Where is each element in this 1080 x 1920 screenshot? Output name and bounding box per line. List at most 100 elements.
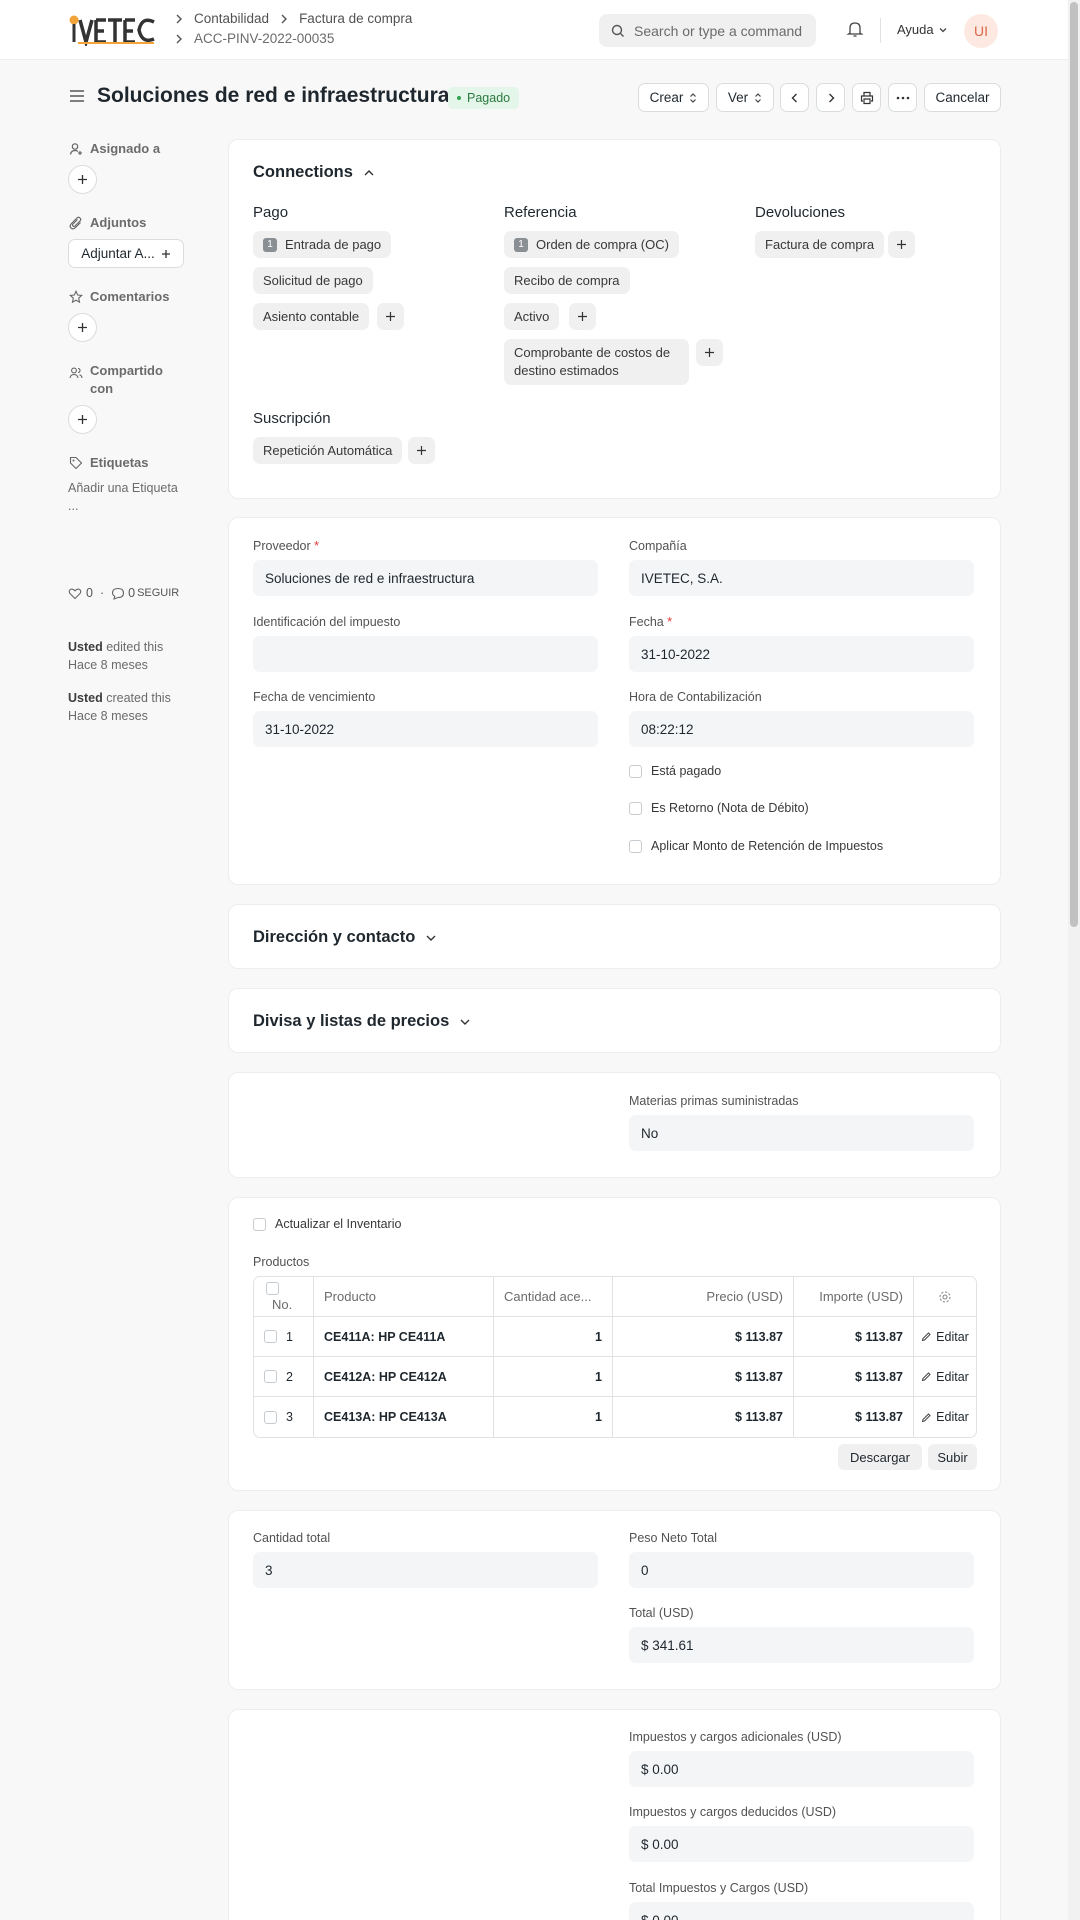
compania-input[interactable]: IVETEC, S.A. — [629, 560, 974, 596]
edit-row-button[interactable]: Editar — [914, 1357, 976, 1396]
follow-link[interactable]: SEGUIR — [137, 584, 179, 602]
hora-input[interactable]: 08:22:12 — [629, 711, 974, 747]
impuesto-input[interactable] — [253, 636, 598, 672]
row-cantidad[interactable]: 1 — [494, 1397, 613, 1437]
direccion-title[interactable]: Dirección y contacto — [253, 928, 437, 947]
search-input[interactable]: Search or type a command — [599, 14, 816, 47]
proveedor-input[interactable]: Soluciones de red e infraestructura — [253, 560, 598, 596]
total-value: $ 341.61 — [629, 1627, 974, 1663]
attach-file-button[interactable]: Adjuntar A... — [68, 239, 184, 268]
asiento-contable-pill[interactable]: Asiento contable — [253, 303, 370, 330]
section-title-text: Divisa y listas de precios — [253, 1012, 450, 1030]
net-weight-value: 0 — [629, 1552, 974, 1588]
total-label: Total (USD) — [629, 1606, 694, 1620]
row-importe: $ 113.87 — [794, 1357, 914, 1396]
direccion-section[interactable]: Dirección y contacto — [228, 904, 1001, 969]
row-checkbox[interactable] — [264, 1370, 277, 1383]
download-button[interactable]: Descargar — [838, 1444, 922, 1470]
attachments-label: Adjuntos — [69, 215, 146, 230]
row-cantidad[interactable]: 1 — [494, 1357, 613, 1396]
taxes-deducted-label: Impuestos y cargos deducidos (USD) — [629, 1805, 837, 1819]
scrollbar-thumb[interactable] — [1070, 2, 1078, 927]
connections-card: Connections Pago 1 Entrada de pago Solici… — [228, 139, 1001, 499]
add-assignee-button[interactable] — [68, 165, 97, 194]
entrada-pago-pill[interactable]: 1 Entrada de pago — [253, 231, 392, 258]
next-button[interactable] — [816, 83, 845, 112]
retencion-checkbox[interactable]: Aplicar Monto de Retención de Impuestos — [629, 839, 883, 853]
totals-card: Cantidad total 3 Peso Neto Total 0 Total… — [228, 1510, 1001, 1690]
crear-button[interactable]: Crear — [638, 83, 709, 112]
add-comprobante-button[interactable] — [696, 339, 723, 366]
comment-icon[interactable] — [111, 587, 125, 600]
connections-title[interactable]: Connections — [253, 163, 375, 182]
vencimiento-input[interactable]: 31-10-2022 — [253, 711, 598, 747]
breadcrumb-factura[interactable]: Factura de compra — [299, 11, 412, 26]
fecha-input[interactable]: 31-10-2022 — [629, 636, 974, 672]
add-suscripcion-button[interactable] — [408, 437, 435, 464]
row-precio[interactable]: $ 113.87 — [613, 1357, 794, 1396]
divisa-section[interactable]: Divisa y listas de precios — [228, 988, 1001, 1053]
checkbox-box[interactable] — [253, 1217, 266, 1231]
prev-button[interactable] — [780, 83, 809, 112]
comprobante-costos-pill[interactable]: Comprobante de costos de destino estimad… — [504, 339, 689, 385]
header-importe[interactable]: Importe (USD) — [794, 1277, 914, 1316]
heart-icon[interactable] — [68, 587, 82, 600]
add-activo-button[interactable] — [569, 303, 596, 330]
edit-row-button[interactable]: Editar — [914, 1317, 976, 1356]
recibo-compra-pill[interactable]: Recibo de compra — [504, 267, 630, 294]
cancel-button[interactable]: Cancelar — [924, 83, 1001, 112]
divisa-title[interactable]: Divisa y listas de precios — [253, 1012, 471, 1031]
breadcrumb-contabilidad[interactable]: Contabilidad — [194, 11, 269, 26]
checkbox-box[interactable] — [629, 764, 642, 778]
pill-label: Factura de compra — [765, 237, 875, 252]
row-checkbox[interactable] — [264, 1410, 277, 1424]
factura-compra-pill[interactable]: Factura de compra — [755, 231, 885, 258]
plus-icon — [386, 312, 395, 321]
row-producto[interactable]: CE413A: HP CE413A — [314, 1397, 494, 1437]
print-button[interactable] — [852, 83, 881, 112]
row-precio[interactable]: $ 113.87 — [613, 1397, 794, 1437]
row-checkbox[interactable] — [264, 1330, 277, 1343]
upload-button[interactable]: Subir — [928, 1444, 977, 1470]
table-row[interactable]: 1 CE411A: HP CE411A 1 $ 113.87 $ 113.87 … — [254, 1317, 976, 1357]
table-row[interactable]: 3 CE413A: HP CE413A 1 $ 113.87 $ 113.87 … — [254, 1397, 976, 1437]
menu-icon[interactable] — [69, 89, 85, 103]
row-producto[interactable]: CE412A: HP CE412A — [314, 1357, 494, 1396]
avatar[interactable]: UI — [964, 14, 998, 48]
add-share-button[interactable] — [68, 405, 97, 434]
add-tag-link[interactable]: Añadir una Etiqueta ... — [68, 479, 188, 515]
activo-pill[interactable]: Activo — [504, 303, 560, 330]
breadcrumb-doc-id[interactable]: ACC-PINV-2022-00035 — [194, 31, 334, 46]
add-comment-button[interactable] — [68, 313, 97, 342]
divider — [880, 18, 881, 43]
row-precio[interactable]: $ 113.87 — [613, 1317, 794, 1356]
header-producto[interactable]: Producto — [314, 1277, 494, 1316]
raw-materials-label: Materias primas suministradas — [629, 1094, 799, 1108]
header-cantidad[interactable]: Cantidad ace... — [494, 1277, 613, 1316]
update-stock-checkbox[interactable]: Actualizar el Inventario — [253, 1217, 401, 1231]
select-all-checkbox[interactable] — [266, 1281, 279, 1295]
more-button[interactable] — [888, 83, 917, 112]
edit-row-button[interactable]: Editar — [914, 1397, 976, 1437]
details-card: Proveedor * Soluciones de red e infraest… — [228, 517, 1001, 885]
table-row[interactable]: 2 CE412A: HP CE412A 1 $ 113.87 $ 113.87 … — [254, 1357, 976, 1397]
orden-compra-pill[interactable]: 1 Orden de compra (OC) — [504, 231, 679, 258]
bell-icon[interactable] — [846, 20, 864, 38]
pagado-checkbox[interactable]: Está pagado — [629, 764, 721, 778]
row-producto[interactable]: CE411A: HP CE411A — [314, 1317, 494, 1356]
raw-materials-select[interactable]: No — [629, 1115, 974, 1151]
checkbox-box[interactable] — [629, 801, 642, 815]
row-cantidad[interactable]: 1 — [494, 1317, 613, 1356]
add-asiento-button[interactable] — [377, 303, 404, 330]
retorno-checkbox[interactable]: Es Retorno (Nota de Débito) — [629, 801, 809, 815]
ivetec-logo[interactable] — [68, 14, 158, 46]
solicitud-pago-pill[interactable]: Solicitud de pago — [253, 267, 373, 294]
help-dropdown[interactable]: Ayuda — [897, 22, 948, 37]
header-precio[interactable]: Precio (USD) — [613, 1277, 794, 1316]
add-devolucion-button[interactable] — [888, 231, 915, 258]
ver-button[interactable]: Ver — [716, 83, 774, 112]
breadcrumb: Contabilidad Factura de compra — [172, 11, 412, 26]
repeticion-automatica-pill[interactable]: Repetición Automática — [253, 437, 403, 464]
column-settings[interactable] — [914, 1277, 976, 1316]
checkbox-box[interactable] — [629, 839, 642, 853]
